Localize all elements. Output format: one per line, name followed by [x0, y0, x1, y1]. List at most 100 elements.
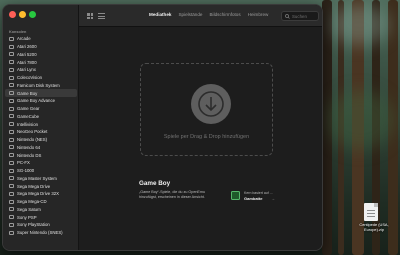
tab-bar: Mediathek Spielstände Bildschirmfotos Heimb… — [149, 12, 268, 17]
toolbar: Mediathek Spielstände Bildschirmfotos Heimb… — [79, 5, 322, 27]
sidebar-item[interactable]: Game Gear — [5, 105, 77, 113]
list-view-icon[interactable] — [98, 13, 105, 19]
sidebar-item[interactable]: ColecoVision — [5, 74, 77, 82]
sidebar-item[interactable]: Nintendo 64 — [5, 144, 77, 152]
console-icon — [9, 83, 14, 88]
sky-glow — [330, 5, 390, 45]
sidebar-item-label: Atari 2600 — [17, 44, 37, 50]
sidebar-item-label: Sony PSP — [17, 214, 37, 220]
arrow-right-icon[interactable]: → — [271, 196, 275, 201]
system-description: hinzufügst, erscheinen in dieser Ansicht… — [139, 195, 205, 199]
search-input[interactable]: Suchen — [281, 11, 319, 21]
sidebar-item[interactable]: Super Nintendo (SNES) — [5, 229, 77, 237]
console-icon — [9, 168, 14, 173]
sidebar-section-header: Konsolen — [9, 30, 27, 34]
sidebar-item[interactable]: Sega Master System — [5, 175, 77, 183]
search-icon — [285, 13, 290, 19]
main-content: Mediathek Spielstände Bildschirmfotos Heimb… — [79, 5, 322, 250]
sidebar-item-label: Game Boy Advance — [17, 98, 55, 104]
sidebar-item[interactable]: Nintendo (NES) — [5, 136, 77, 144]
tab[interactable]: Spielstände — [178, 12, 202, 17]
tab[interactable]: Bildschirmfotos — [209, 12, 240, 17]
sidebar-item[interactable]: Game Boy Advance — [5, 97, 77, 105]
tab[interactable]: Mediathek — [149, 12, 171, 17]
handheld-icon — [9, 98, 14, 103]
sidebar-item-label: Sega Mega Drive 32X — [17, 191, 60, 197]
core-name[interactable]: Gambatte — [244, 196, 262, 201]
sidebar-item-label: Sega Mega Drive — [17, 183, 51, 189]
zoom-button[interactable] — [29, 11, 36, 18]
sidebar-item-label: Intellivision — [17, 121, 39, 127]
core-logo-icon — [231, 191, 240, 200]
system-list: Arcade Atari 2600 Atari 5200 Atari 7800 Atar… — [5, 35, 77, 237]
sidebar-item[interactable]: Atari Lynx — [5, 66, 77, 74]
core-info[interactable]: Kern basiert auf ... Gambatte → — [231, 191, 291, 203]
desktop-file[interactable]: Centipede (USA, Europe).zip — [350, 203, 398, 243]
sidebar-item-label: Sega Saturn — [17, 206, 41, 212]
sidebar-item[interactable]: Atari 7800 — [5, 58, 77, 66]
console-icon — [9, 160, 14, 165]
sidebar-item[interactable]: Arcade — [5, 35, 77, 43]
sidebar-item[interactable]: Game Boy — [5, 89, 77, 97]
sidebar-item-label: Atari Lynx — [17, 67, 36, 73]
console-icon — [9, 60, 14, 65]
sidebar-item-label: Nintendo (NES) — [17, 137, 48, 143]
console-icon — [9, 191, 14, 196]
sidebar-item-label: Sega Mega-CD — [17, 199, 47, 205]
system-title: Game Boy — [139, 180, 171, 187]
sidebar-item[interactable]: Sony PSP — [5, 213, 77, 221]
sidebar-item[interactable]: Atari 5200 — [5, 51, 77, 59]
sidebar-item-label: Game Boy — [17, 90, 38, 96]
console-icon — [9, 75, 14, 80]
sidebar-item[interactable]: PC-FX — [5, 159, 77, 167]
core-caption: Kern basiert auf ... — [244, 191, 273, 195]
handheld-icon — [9, 153, 14, 158]
console-icon — [9, 122, 14, 127]
drop-zone-label: Spiele per Drag & Drop hinzufügen — [163, 134, 250, 140]
drop-target-circle — [191, 84, 231, 124]
sidebar-item-label: Nintendo 64 — [17, 144, 41, 150]
sidebar-item[interactable]: Sega Mega-CD — [5, 198, 77, 206]
console-icon — [9, 222, 14, 227]
sidebar-item[interactable]: SG-1000 — [5, 167, 77, 175]
handheld-icon — [9, 106, 14, 111]
sidebar: Konsolen Arcade Atari 2600 Atari 5200 Atari… — [3, 5, 79, 250]
search-placeholder: Suchen — [292, 13, 307, 19]
tab[interactable]: Heimbrew — [248, 12, 269, 17]
sidebar-item-label: Game Gear — [17, 106, 40, 112]
sidebar-item[interactable]: GameCube — [5, 113, 77, 121]
sidebar-item-label: Super Nintendo (SNES) — [17, 230, 63, 236]
sidebar-item[interactable]: Nintendo DS — [5, 151, 77, 159]
handheld-icon — [9, 129, 14, 134]
grid-view-icon[interactable] — [87, 13, 93, 19]
file-label-line: Europe).zip — [364, 226, 384, 232]
handheld-icon — [9, 215, 14, 220]
console-icon — [9, 199, 14, 204]
console-icon — [9, 52, 14, 57]
sidebar-item-label: GameCube — [17, 113, 39, 119]
system-description: „Game Boy“-Spiele, die du zu OpenEmu — [139, 190, 205, 194]
close-button[interactable] — [9, 11, 16, 18]
sidebar-item-label: Arcade — [17, 36, 31, 42]
handheld-icon — [9, 67, 14, 72]
sidebar-item-label: Atari 7800 — [17, 59, 37, 65]
console-icon — [9, 230, 14, 235]
console-icon — [9, 114, 14, 119]
sidebar-item[interactable]: Sega Mega Drive 32X — [5, 190, 77, 198]
sidebar-item-label: PC-FX — [17, 160, 30, 166]
drop-zone[interactable]: Spiele per Drag & Drop hinzufügen — [140, 63, 273, 156]
sidebar-item[interactable]: Sony PlayStation — [5, 221, 77, 229]
sidebar-item[interactable]: Famicom Disk System — [5, 82, 77, 90]
sidebar-item-label: Atari 5200 — [17, 51, 37, 57]
sidebar-item[interactable]: Intellivision — [5, 120, 77, 128]
sidebar-item[interactable]: Atari 2600 — [5, 43, 77, 51]
sidebar-item[interactable]: NeoGeo Pocket — [5, 128, 77, 136]
handheld-icon — [9, 91, 14, 96]
sidebar-item[interactable]: Sega Saturn — [5, 206, 77, 214]
console-icon — [9, 207, 14, 212]
console-icon — [9, 44, 14, 49]
console-icon — [9, 176, 14, 181]
sidebar-item-label: Sony PlayStation — [17, 222, 50, 228]
minimize-button[interactable] — [19, 11, 26, 18]
sidebar-item[interactable]: Sega Mega Drive — [5, 182, 77, 190]
